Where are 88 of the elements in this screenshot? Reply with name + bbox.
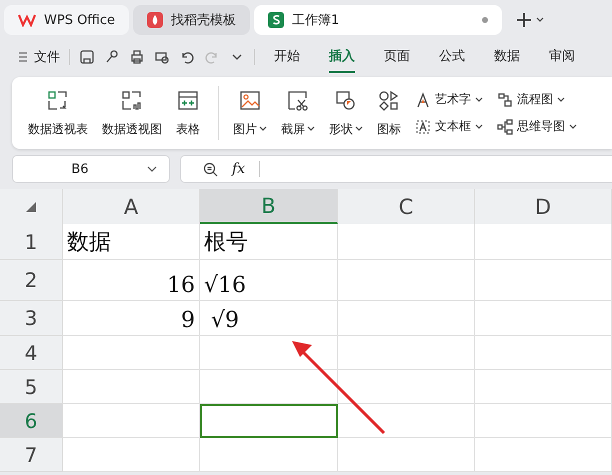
- table-cell[interactable]: [475, 224, 612, 260]
- menu-tab[interactable]: 公式: [439, 41, 465, 73]
- print-icon[interactable]: [129, 49, 145, 65]
- menu-tab[interactable]: 页面: [384, 41, 410, 73]
- table-cell[interactable]: [475, 438, 612, 472]
- menu-icon: [18, 52, 28, 62]
- row-header[interactable]: 6: [0, 404, 63, 438]
- ribbon-button[interactable]: 数据透视表: [28, 88, 88, 138]
- table-cell[interactable]: √9: [200, 301, 338, 336]
- caret-icon: [355, 126, 363, 132]
- table-cell[interactable]: [338, 438, 475, 472]
- menu-tab[interactable]: 审阅: [549, 41, 575, 73]
- new-tab-icon[interactable]: [516, 12, 532, 28]
- table-cell[interactable]: [338, 404, 475, 438]
- table-cell[interactable]: [200, 370, 338, 404]
- ribbon-button[interactable]: 流程图: [497, 91, 577, 108]
- screenshot-icon: [286, 88, 310, 112]
- leaf-logo-icon: [147, 12, 164, 28]
- logo-icon: [18, 13, 36, 27]
- row-header[interactable]: 1: [0, 224, 63, 260]
- table-icon: [176, 88, 200, 112]
- row-header[interactable]: 5: [0, 370, 63, 404]
- function-button[interactable]: fx: [232, 161, 246, 177]
- row-header[interactable]: 3: [0, 301, 63, 336]
- table-cell[interactable]: [475, 336, 612, 370]
- column-header[interactable]: B: [200, 189, 338, 224]
- caret-icon: [536, 17, 544, 23]
- table-cell[interactable]: [475, 301, 612, 336]
- table-cell[interactable]: [338, 260, 475, 301]
- select-all-icon[interactable]: [26, 202, 36, 212]
- table-cell[interactable]: [338, 336, 475, 370]
- table-cell[interactable]: [338, 370, 475, 404]
- zoom-icon[interactable]: [203, 162, 218, 176]
- table-cell[interactable]: [475, 370, 612, 404]
- flowchart-icon: [497, 92, 513, 108]
- ribbon-button[interactable]: 形状: [329, 88, 363, 138]
- caret-icon: [307, 126, 315, 132]
- table-cell[interactable]: [200, 438, 338, 472]
- selected-cell[interactable]: [200, 404, 338, 438]
- table-cell[interactable]: √16: [200, 260, 338, 301]
- app-tab[interactable]: WPS Office: [4, 5, 130, 35]
- caret-icon: [557, 96, 565, 102]
- table-cell[interactable]: [475, 260, 612, 301]
- ribbon-button[interactable]: 思维导图: [497, 118, 577, 135]
- word-art-icon: [415, 92, 431, 108]
- table-cell[interactable]: 数据: [63, 224, 200, 260]
- column-header[interactable]: A: [63, 189, 200, 224]
- caret-icon: [259, 126, 267, 132]
- ribbon-button[interactable]: 表格: [176, 88, 200, 138]
- ribbon-button[interactable]: 文本框: [415, 118, 483, 135]
- table-cell[interactable]: [63, 336, 200, 370]
- name-box[interactable]: B6: [12, 155, 170, 183]
- dropdown-icon: [147, 166, 157, 172]
- caret-icon: [475, 124, 483, 130]
- ribbon-button[interactable]: 图标: [377, 88, 401, 138]
- menu-tab[interactable]: 开始: [274, 41, 300, 73]
- column-header[interactable]: C: [338, 189, 475, 224]
- ribbon-button[interactable]: 数据透视图: [102, 88, 162, 138]
- ribbon-button[interactable]: 图片: [233, 88, 267, 138]
- table-cell[interactable]: 根号: [200, 224, 338, 260]
- caret-icon: [475, 96, 483, 102]
- table-cell[interactable]: [338, 224, 475, 260]
- mind-map-icon: [497, 118, 513, 134]
- table-cell[interactable]: [63, 404, 200, 438]
- row-header[interactable]: 2: [0, 260, 63, 301]
- table-cell[interactable]: 16: [63, 260, 200, 301]
- caret-icon: [569, 124, 577, 130]
- ribbon-button[interactable]: 艺术字: [415, 91, 483, 108]
- row-header[interactable]: 4: [0, 336, 63, 370]
- format-painter-icon[interactable]: [104, 49, 120, 65]
- table-cell[interactable]: 9: [63, 301, 200, 336]
- menu-tab[interactable]: 数据: [494, 41, 520, 73]
- file-menu[interactable]: 文件: [18, 48, 60, 66]
- column-header[interactable]: D: [475, 189, 612, 224]
- app-tab[interactable]: 工作簿1: [254, 5, 502, 35]
- picture-icon: [238, 88, 262, 112]
- icons-icon: [377, 88, 401, 112]
- table-cell[interactable]: [63, 438, 200, 472]
- ribbon-button[interactable]: 截屏: [281, 88, 315, 138]
- menu-tab[interactable]: 插入: [329, 41, 355, 73]
- table-cell[interactable]: [63, 370, 200, 404]
- table-cell[interactable]: [338, 301, 475, 336]
- text-box-icon: [415, 118, 431, 134]
- table-cell[interactable]: [475, 404, 612, 438]
- save-icon[interactable]: [79, 49, 95, 65]
- app-tab[interactable]: 找稻壳模板: [133, 5, 250, 35]
- spreadsheet-logo-icon: [268, 12, 284, 28]
- row-header[interactable]: 7: [0, 438, 63, 472]
